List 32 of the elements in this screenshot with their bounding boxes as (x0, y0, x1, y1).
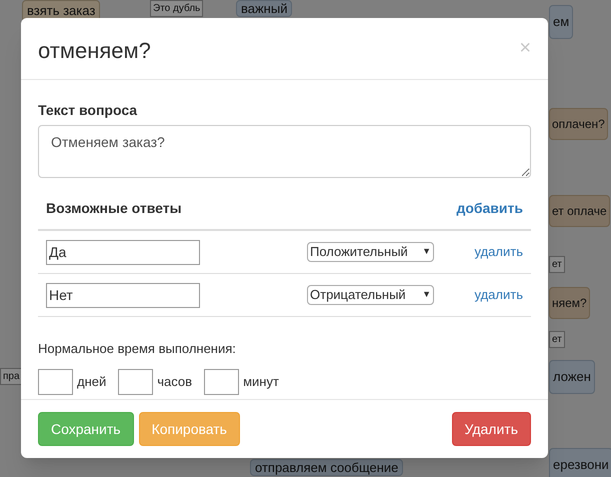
diagram-node[interactable]: няем? (549, 287, 590, 319)
answers-heading: Возможные ответы (46, 199, 182, 218)
unit-label: часов (157, 372, 192, 391)
question-field[interactable]: Отменяем заказ? (38, 125, 531, 178)
delete-link[interactable]: удалить (474, 285, 523, 305)
time-label: Нормальное время выполнения: (38, 340, 237, 358)
answer-field[interactable]: Нет (46, 282, 200, 308)
dialog-title: отменяем? (38, 37, 151, 65)
diagram-node[interactable]: ет (549, 256, 565, 273)
answer-type-select[interactable]: Отрицательный ▼ (307, 285, 434, 305)
dialog-button[interactable]: Сохранить (38, 412, 134, 446)
unit-label: дней (77, 372, 106, 391)
diagram-node[interactable]: ем (549, 5, 574, 38)
diagram-node[interactable]: Это дубль (150, 0, 204, 17)
diagram-node[interactable]: отправляем сообщение (250, 459, 404, 476)
answer-field[interactable]: Да (46, 240, 200, 264)
add-link[interactable]: добавить (456, 198, 523, 219)
diagram-node[interactable]: важный (236, 0, 292, 17)
diagram-node[interactable]: ерезвони (549, 448, 611, 477)
answer-type-select[interactable]: Положительный ▼ (307, 242, 434, 262)
time-field[interactable] (38, 368, 73, 394)
field-label: Текст вопроса (38, 101, 138, 120)
dialog-button[interactable]: Удалить (452, 412, 531, 446)
diagram-node[interactable]: ет оплаче (549, 195, 610, 227)
delete-link[interactable]: удалить (474, 242, 523, 262)
unit-label: минут (243, 372, 279, 391)
time-field[interactable] (204, 368, 240, 394)
diagram-node[interactable]: оплачен? (549, 108, 608, 140)
diagram-node[interactable]: пра (0, 368, 23, 385)
time-field[interactable] (118, 368, 154, 394)
diagram-node[interactable]: ложен (549, 360, 595, 394)
diagram-node[interactable]: ет (549, 331, 565, 348)
